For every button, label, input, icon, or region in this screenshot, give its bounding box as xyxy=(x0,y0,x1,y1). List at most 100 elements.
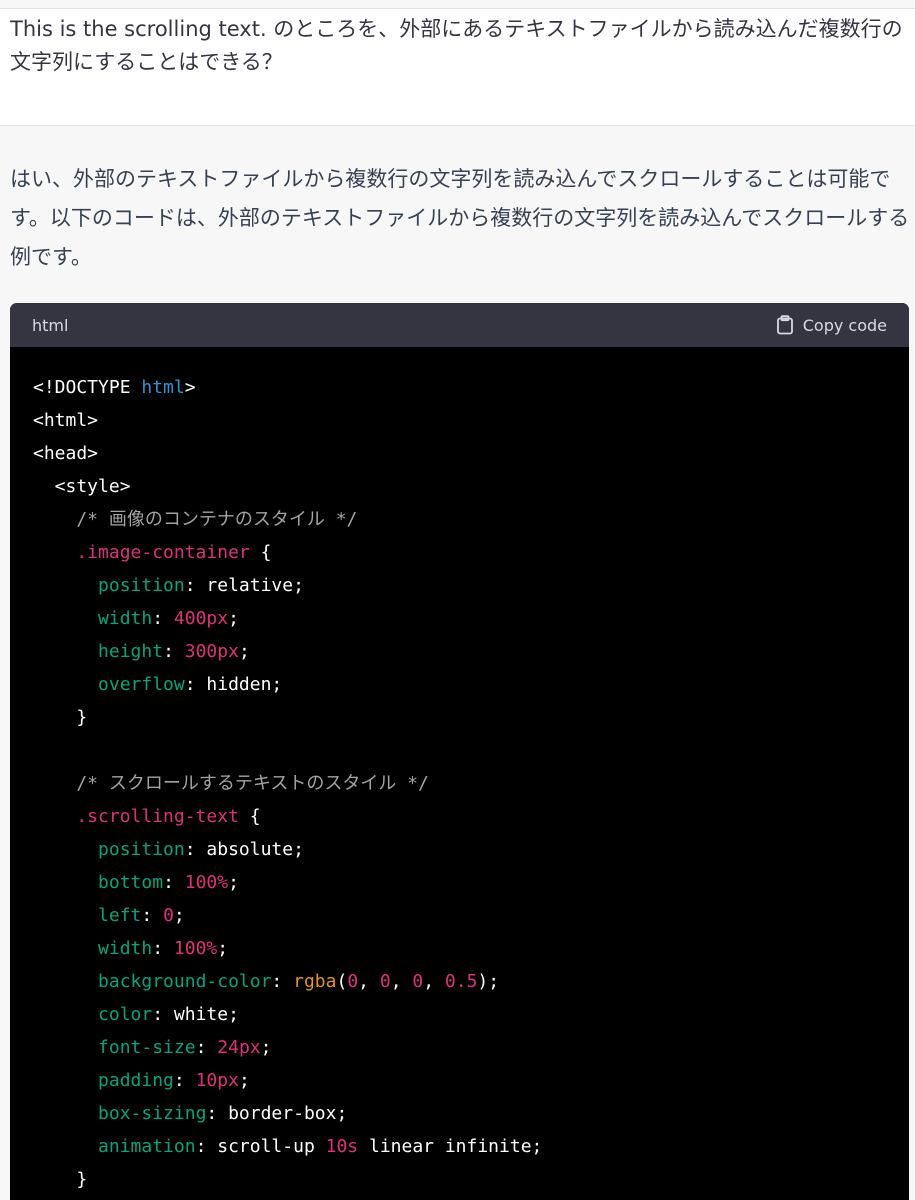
code-line: position: relative; xyxy=(33,569,909,602)
code-token: , xyxy=(390,971,413,992)
code-token: : absolute; xyxy=(184,839,304,860)
code-token: bottom xyxy=(98,872,164,893)
code-token: ; xyxy=(260,1037,272,1058)
code-token: 100% xyxy=(184,872,229,893)
code-token: position xyxy=(98,839,185,860)
code-token: : relative; xyxy=(184,575,304,596)
code-token: <head> xyxy=(33,443,99,464)
clipboard-icon xyxy=(776,315,794,335)
code-token: : xyxy=(173,1070,196,1091)
code-token: } xyxy=(33,707,88,728)
code-token: { xyxy=(249,542,272,563)
code-token: : xyxy=(152,608,174,629)
code-line: width: 100%; xyxy=(33,932,909,965)
code-line: box-sizing: border-box; xyxy=(33,1097,909,1130)
code-line: .scrolling-text { xyxy=(33,800,909,833)
code-token: : xyxy=(163,872,185,893)
code-token: , xyxy=(358,971,380,992)
code-token: width xyxy=(98,608,153,629)
code-line: } xyxy=(33,1163,909,1196)
code-token: .image-container xyxy=(33,542,250,563)
code-token: : xyxy=(141,905,164,926)
code-token: : border-box; xyxy=(206,1103,348,1124)
code-token: > xyxy=(184,377,196,398)
code-token: : scroll-up xyxy=(195,1136,326,1157)
code-token: height xyxy=(98,641,164,662)
code-token: /* 画像のコンテナのスタイル */ xyxy=(33,509,358,530)
code-line: <head> xyxy=(33,437,909,470)
code-token: position xyxy=(98,575,185,596)
code-line: height: 300px; xyxy=(33,635,909,668)
code-token: 10px xyxy=(195,1070,239,1091)
code-content[interactable]: <!DOCTYPE html> <html> <head> <style> /* 画… xyxy=(10,347,909,1196)
code-token: } xyxy=(33,1169,88,1190)
code-token: ; xyxy=(238,641,250,662)
code-token: 0.5 xyxy=(444,971,478,992)
code-line: .image-container { xyxy=(33,536,909,569)
code-token: 0 xyxy=(163,905,174,926)
code-token: : xyxy=(195,1037,218,1058)
assistant-message: はい、外部のテキストファイルから複数行の文字列を読み込んでスクロールすることは可… xyxy=(0,126,915,1200)
code-line: overflow: hidden; xyxy=(33,668,909,701)
code-token: ( xyxy=(336,971,348,992)
code-token: ; xyxy=(238,1070,250,1091)
code-line: /* スクロールするテキストのスタイル */ xyxy=(33,767,909,800)
code-token: <style> xyxy=(33,476,131,497)
code-language-label: html xyxy=(32,315,69,335)
copy-code-label: Copy code xyxy=(802,315,887,335)
code-line: position: absolute; xyxy=(33,833,909,866)
code-line: <html> xyxy=(33,404,909,437)
code-token: , xyxy=(423,971,445,992)
code-token: ; xyxy=(228,608,239,629)
code-line: /* 画像のコンテナのスタイル */ xyxy=(33,503,909,536)
code-token: : hidden; xyxy=(184,674,283,695)
top-divider xyxy=(0,0,915,9)
user-message: This is the scrolling text. のところを、外部にあるテ… xyxy=(0,9,915,126)
code-token: ; xyxy=(217,938,229,959)
code-token: 0 xyxy=(347,971,359,992)
code-token: overflow xyxy=(98,674,185,695)
code-token: animation xyxy=(98,1136,196,1157)
copy-code-button[interactable]: Copy code xyxy=(776,315,887,335)
user-message-text: This is the scrolling text. のところを、外部にあるテ… xyxy=(10,17,903,74)
code-token: ; xyxy=(173,905,185,926)
code-token: box-sizing xyxy=(98,1103,207,1124)
code-line: width: 400px; xyxy=(33,602,909,635)
assistant-message-text: はい、外部のテキストファイルから複数行の文字列を読み込んでスクロールすることは可… xyxy=(10,167,910,269)
code-token: : xyxy=(271,971,294,992)
code-token: <html> xyxy=(33,410,99,431)
code-token: background-color xyxy=(98,971,272,992)
code-token: html xyxy=(141,377,185,398)
code-token: : xyxy=(152,938,174,959)
code-line: padding: 10px; xyxy=(33,1064,909,1097)
code-line: <!DOCTYPE html> xyxy=(33,371,909,404)
code-token: 0 xyxy=(379,971,391,992)
code-token: padding xyxy=(98,1070,174,1091)
code-block: html Copy code <!DOCTYPE html> <html> <hea… xyxy=(10,303,909,1200)
code-token: ; xyxy=(228,872,239,893)
code-token: rgba xyxy=(293,971,337,992)
code-token: font-size xyxy=(98,1037,196,1058)
code-line: font-size: 24px; xyxy=(33,1031,909,1064)
code-line: color: white; xyxy=(33,998,909,1031)
code-token: 300px xyxy=(184,641,239,662)
code-token: linear infinite; xyxy=(358,1136,543,1157)
code-line: background-color: rgba(0, 0, 0, 0.5); xyxy=(33,965,909,998)
code-token: { xyxy=(238,806,261,827)
code-line: bottom: 100%; xyxy=(33,866,909,899)
code-token: ); xyxy=(477,971,500,992)
code-line: animation: scroll-up 10s linear infinite… xyxy=(33,1130,909,1163)
code-token: width xyxy=(98,938,153,959)
